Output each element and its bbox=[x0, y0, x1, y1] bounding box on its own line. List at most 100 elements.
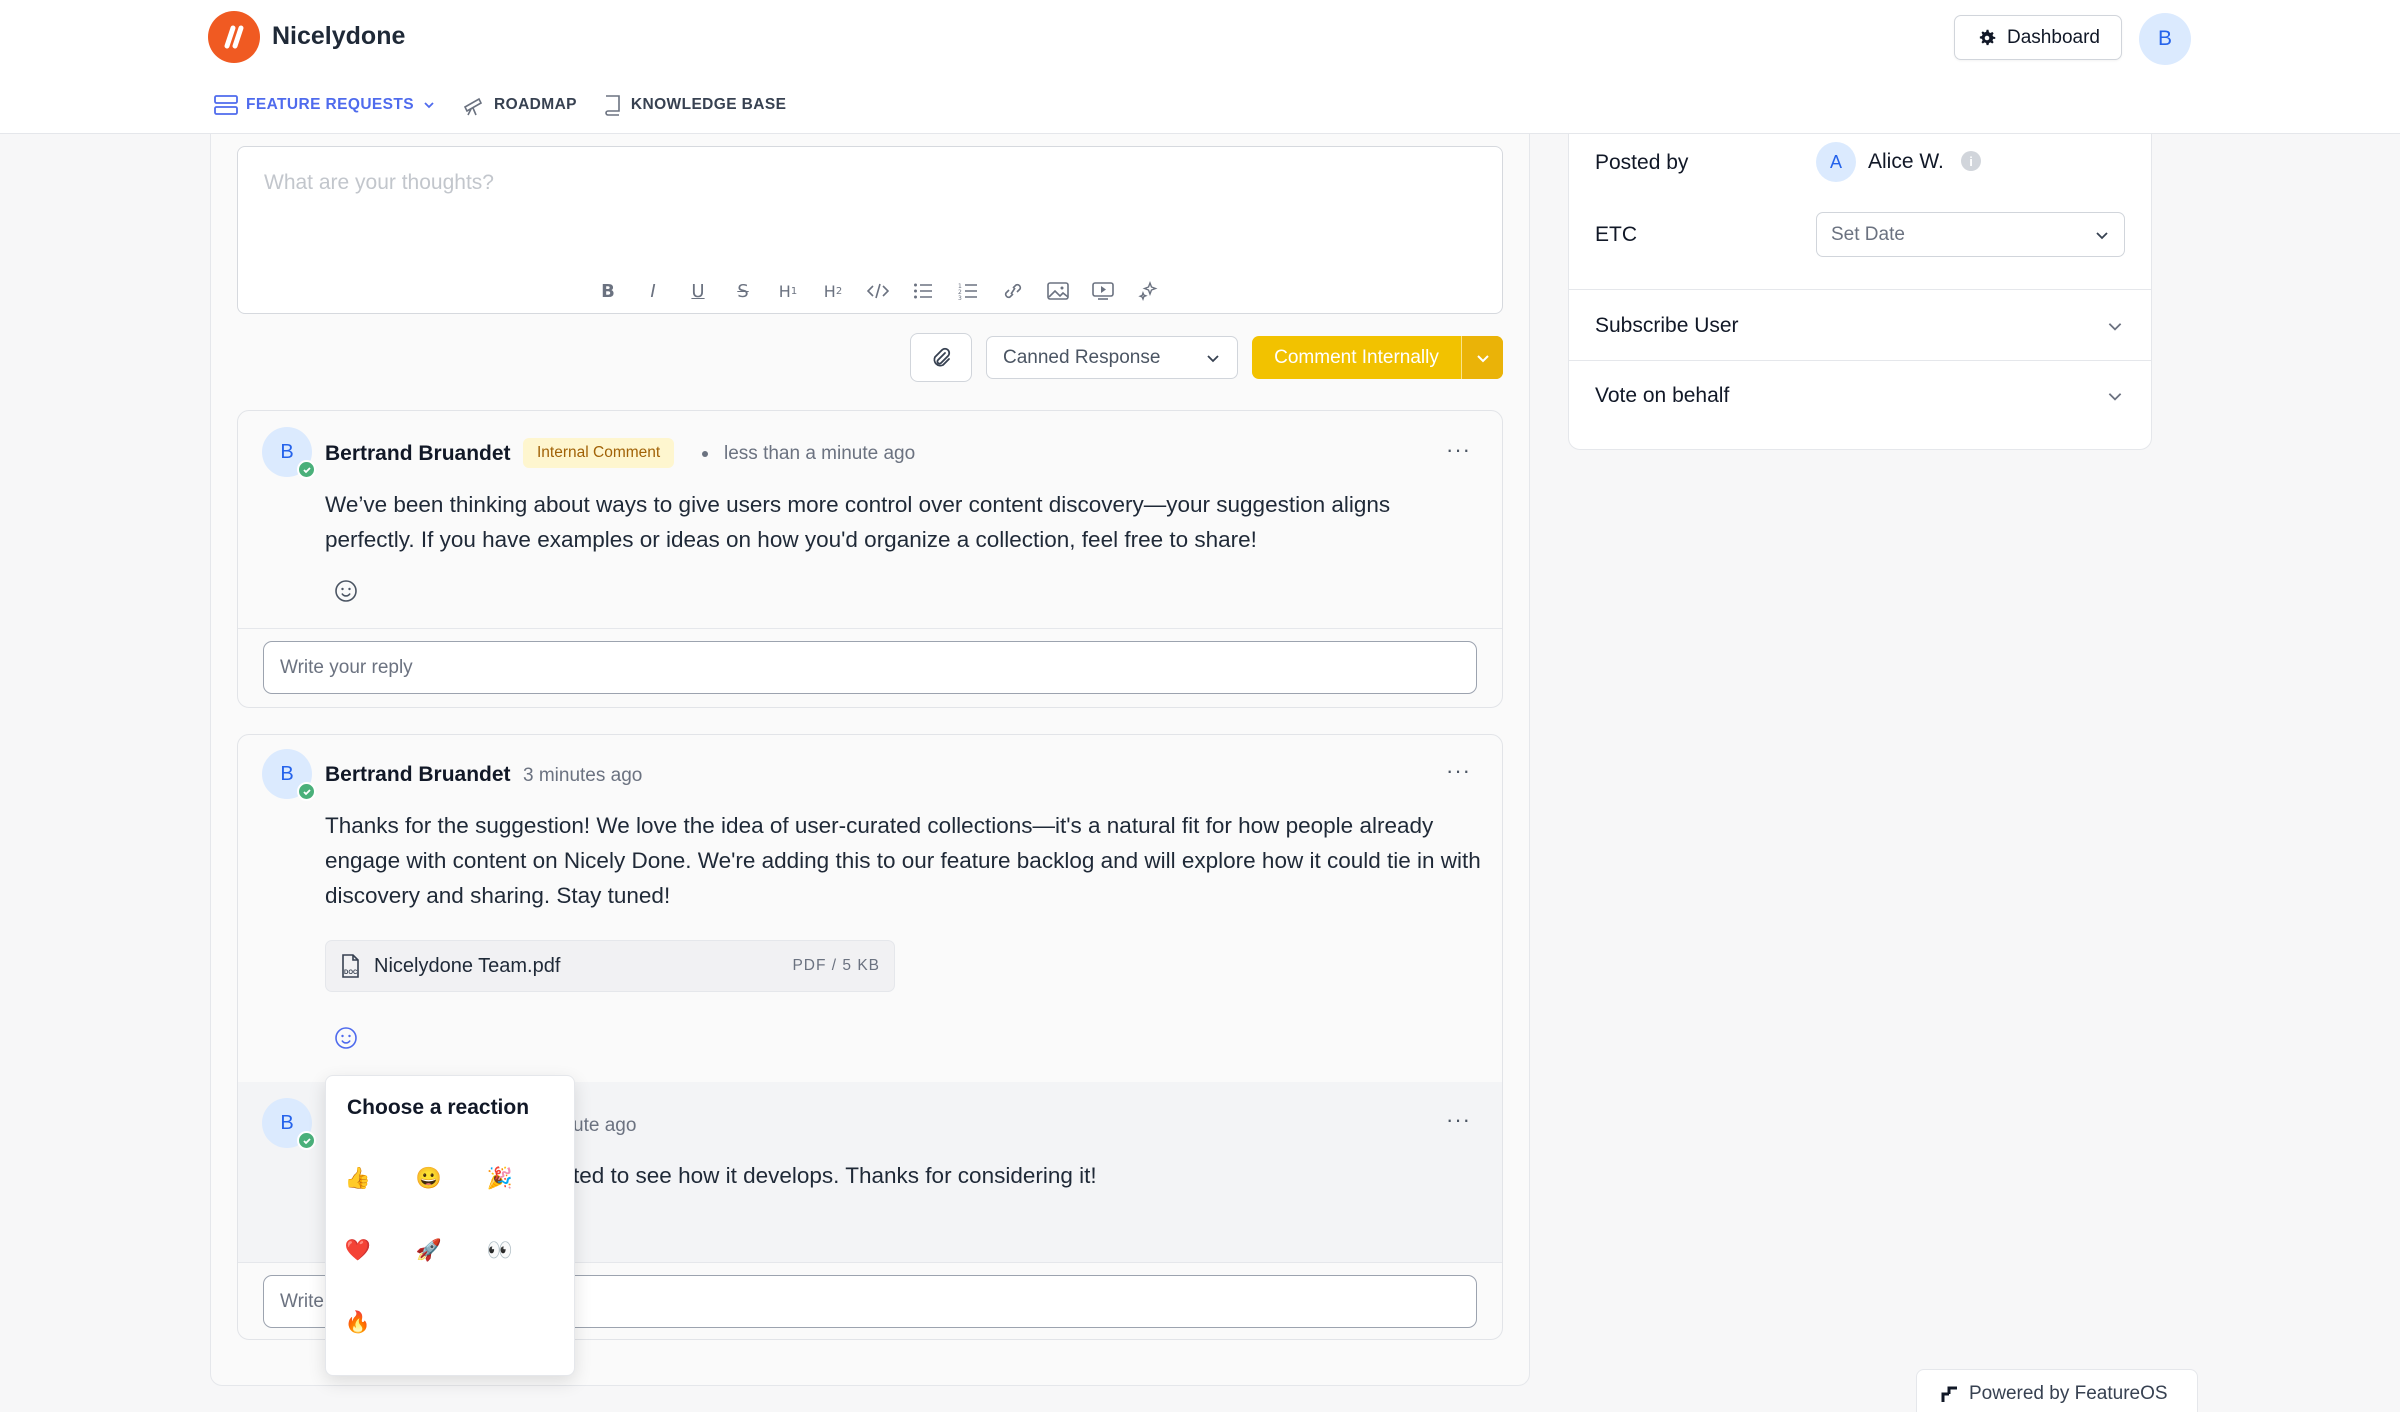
reply-body: ted to see how it develops. Thanks for c… bbox=[573, 1163, 1097, 1188]
list-icon bbox=[214, 95, 238, 115]
fire-emoji[interactable]: 🔥 bbox=[338, 1303, 378, 1343]
bullet-list-icon[interactable] bbox=[911, 279, 935, 303]
divider bbox=[1569, 360, 2151, 361]
add-reaction-icon[interactable] bbox=[332, 577, 360, 605]
posted-by-label: Posted by bbox=[1595, 151, 1689, 174]
nav-roadmap[interactable]: ROADMAP bbox=[462, 94, 577, 116]
comment-timestamp[interactable]: less than a minute ago bbox=[724, 443, 915, 465]
etc-date-value: Set Date bbox=[1831, 223, 1905, 245]
svg-text:DOC: DOC bbox=[344, 970, 358, 976]
video-icon[interactable] bbox=[1091, 279, 1115, 303]
comment-editor[interactable]: What are your thoughts? B I U S H1 H2 12… bbox=[237, 146, 1503, 314]
strikethrough-icon[interactable]: S bbox=[731, 279, 755, 303]
attachment-name: Nicelydone Team.pdf bbox=[374, 954, 561, 977]
thumbs-up-emoji[interactable]: 👍 bbox=[338, 1159, 378, 1199]
etc-date-select[interactable]: Set Date bbox=[1816, 212, 2125, 257]
bold-icon[interactable]: B bbox=[596, 279, 620, 303]
link-icon[interactable] bbox=[1001, 279, 1025, 303]
subscribe-user-toggle[interactable]: Subscribe User bbox=[1595, 314, 1739, 338]
more-options-icon[interactable]: ··· bbox=[1446, 437, 1471, 463]
poster-name[interactable]: Alice W. bbox=[1868, 150, 1944, 174]
avatar-initial: B bbox=[280, 762, 294, 785]
more-options-icon[interactable]: ··· bbox=[1446, 1107, 1471, 1133]
brand-name[interactable]: Nicelydone bbox=[272, 22, 405, 51]
avatar-initial: B bbox=[280, 1111, 294, 1134]
verified-icon bbox=[297, 782, 316, 801]
chevron-down-icon bbox=[1207, 354, 1219, 362]
user-avatar[interactable]: B bbox=[2139, 13, 2191, 65]
divider bbox=[238, 628, 1502, 629]
canned-response-select[interactable]: Canned Response bbox=[986, 336, 1238, 379]
info-icon[interactable]: i bbox=[1961, 151, 1981, 171]
verified-icon bbox=[297, 460, 316, 479]
code-icon[interactable] bbox=[866, 279, 890, 303]
comment-options-dropdown[interactable] bbox=[1461, 336, 1503, 379]
nav-knowledge-base[interactable]: KNOWLEDGE BASE bbox=[603, 94, 786, 116]
powered-by-label: Powered by FeatureOS bbox=[1969, 1383, 2168, 1404]
comment-internally-label: Comment Internally bbox=[1274, 346, 1439, 368]
divider bbox=[1569, 289, 2151, 290]
paperclip-icon bbox=[933, 347, 951, 366]
poster-avatar[interactable]: A bbox=[1816, 142, 1856, 182]
separator-dot bbox=[702, 451, 708, 457]
reply-timestamp[interactable]: ute ago bbox=[573, 1115, 636, 1137]
featureos-logo-icon bbox=[1941, 1386, 1957, 1402]
etc-label: ETC bbox=[1595, 223, 1637, 246]
eyes-emoji[interactable]: 👀 bbox=[480, 1231, 520, 1271]
main-nav: FEATURE REQUESTS ROADMAP KNOWLEDGE BASE bbox=[214, 94, 812, 116]
comment-internally-button[interactable]: Comment Internally bbox=[1252, 336, 1503, 379]
heading2-icon[interactable]: H2 bbox=[821, 279, 845, 303]
image-icon[interactable] bbox=[1046, 279, 1070, 303]
more-options-icon[interactable]: ··· bbox=[1446, 758, 1471, 784]
comment-author-name[interactable]: Bertrand Bruandet bbox=[325, 442, 511, 466]
brand-logo-icon[interactable] bbox=[208, 11, 260, 63]
reaction-picker-title: Choose a reaction bbox=[347, 1096, 530, 1119]
vote-on-behalf-toggle[interactable]: Vote on behalf bbox=[1595, 384, 1729, 408]
numbered-list-icon[interactable]: 123 bbox=[956, 279, 980, 303]
verified-icon bbox=[297, 1131, 316, 1150]
chevron-down-icon[interactable] bbox=[2106, 387, 2124, 405]
gear-icon bbox=[1979, 29, 1996, 45]
avatar-initial: B bbox=[280, 440, 294, 463]
editor-placeholder: What are your thoughts? bbox=[264, 171, 494, 194]
dashboard-label: Dashboard bbox=[2007, 26, 2100, 48]
canned-response-label: Canned Response bbox=[1003, 346, 1161, 368]
chevron-down-icon bbox=[424, 102, 434, 109]
attachment-file[interactable]: DOC Nicelydone Team.pdf PDF / 5 KB bbox=[325, 940, 895, 992]
chevron-down-icon bbox=[1476, 354, 1489, 362]
reply-input[interactable]: Write your reply bbox=[263, 641, 1477, 694]
chevron-down-icon[interactable] bbox=[2106, 317, 2124, 335]
grinning-emoji[interactable]: 😀 bbox=[409, 1159, 449, 1199]
italic-icon[interactable]: I bbox=[641, 279, 665, 303]
reply-author-avatar[interactable]: B bbox=[262, 1098, 316, 1150]
telescope-icon bbox=[463, 97, 483, 116]
sparkle-icon[interactable] bbox=[1136, 279, 1160, 303]
attach-file-button[interactable] bbox=[910, 333, 972, 382]
book-icon bbox=[605, 95, 620, 116]
comment-body: We’ve been thinking about ways to give u… bbox=[325, 492, 1391, 552]
attachment-meta: PDF / 5 KB bbox=[792, 957, 880, 974]
comment-author-avatar[interactable]: B bbox=[262, 427, 316, 479]
comment-body: Thanks for the suggestion! We love the i… bbox=[325, 813, 1481, 908]
reaction-picker: Choose a reaction 👍 😀 🎉 ❤️ 🚀 👀 🔥 bbox=[325, 1075, 575, 1376]
nav-label: ROADMAP bbox=[494, 96, 577, 113]
rocket-emoji[interactable]: 🚀 bbox=[409, 1231, 449, 1271]
editor-toolbar: B I U S H1 H2 123 bbox=[596, 279, 1160, 303]
party-emoji[interactable]: 🎉 bbox=[480, 1159, 520, 1199]
underline-icon[interactable]: U bbox=[686, 279, 710, 303]
heading1-icon[interactable]: H1 bbox=[776, 279, 800, 303]
internal-comment-badge: Internal Comment bbox=[523, 438, 675, 468]
svg-text:3: 3 bbox=[958, 295, 962, 300]
comment-timestamp[interactable]: 3 minutes ago bbox=[523, 765, 642, 787]
powered-by-link[interactable]: Powered by FeatureOS bbox=[1916, 1369, 2198, 1412]
add-reaction-icon[interactable] bbox=[332, 1024, 360, 1052]
chevron-down-icon bbox=[2096, 231, 2108, 239]
comment-author-name[interactable]: Bertrand Bruandet bbox=[325, 763, 511, 787]
top-header: Nicelydone Dashboard B FEATURE REQUESTS … bbox=[0, 0, 2400, 134]
nav-label: FEATURE REQUESTS bbox=[246, 96, 415, 113]
dashboard-button[interactable]: Dashboard bbox=[1954, 15, 2122, 60]
nav-label: KNOWLEDGE BASE bbox=[630, 96, 787, 113]
heart-emoji[interactable]: ❤️ bbox=[338, 1231, 378, 1271]
nav-feature-requests[interactable]: FEATURE REQUESTS bbox=[214, 94, 436, 116]
comment-author-avatar[interactable]: B bbox=[262, 749, 316, 801]
